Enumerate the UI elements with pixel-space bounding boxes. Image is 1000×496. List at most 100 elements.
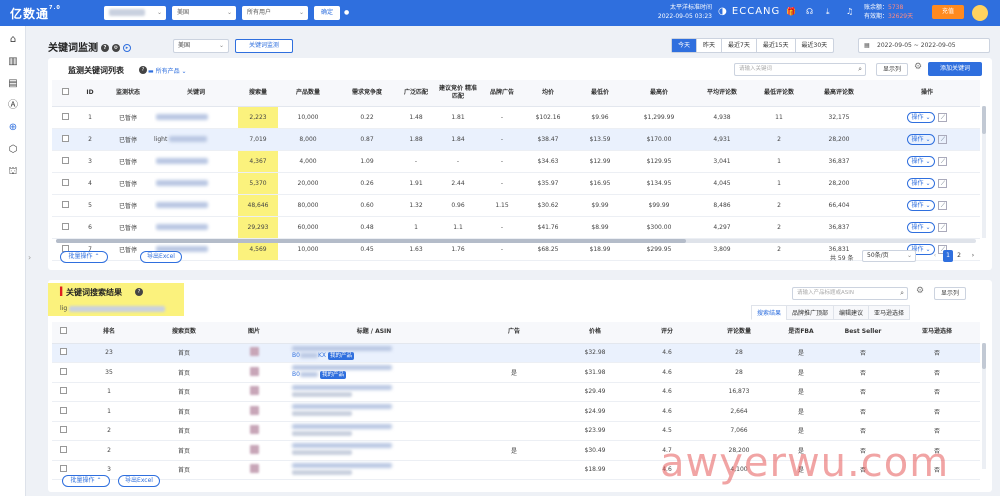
tab-search-results[interactable]: 搜索结果 (751, 305, 788, 320)
tab-brand-top[interactable]: 品牌推广顶部 (786, 305, 835, 320)
sidebar-toggle-icon[interactable]: › (28, 253, 31, 262)
product-filter[interactable]: ▬ 所有产品 ⌄ (148, 66, 187, 75)
product-thumbnail[interactable] (249, 347, 259, 357)
date-tab-today[interactable]: 今天 (672, 39, 698, 52)
row-action-button[interactable]: 操作 ⌄ (906, 177, 936, 189)
bulk-action-button-2[interactable]: 批量操作 ⌃ (62, 475, 110, 487)
title-asin-cell[interactable] (284, 421, 464, 441)
trend-chart-icon[interactable]: ⟋ (938, 112, 948, 122)
title-asin-cell[interactable] (284, 382, 464, 402)
page-2-button[interactable]: 2 (954, 250, 964, 262)
table-row[interactable]: 35首页B0我的产品是$31.984.628是否否操作 ⌄⟋ (52, 362, 980, 383)
add-keyword-button[interactable]: 添加关键词 (928, 62, 982, 76)
display-columns-button-2[interactable]: 显示列 (934, 287, 966, 300)
table-row[interactable]: 1首页$24.994.62,664是否否操作 ⌄⟋ (52, 401, 980, 422)
ai-icon[interactable]: Ⓐ (7, 100, 19, 112)
product-search-input[interactable]: 请输入产品标题或ASIN ⌕ (792, 287, 908, 300)
page-size-select[interactable]: 50条/页 ⌄ (862, 250, 916, 262)
analytics-icon[interactable]: ▥ (7, 56, 19, 68)
download-icon[interactable]: ⤓ (826, 7, 830, 17)
avatar[interactable] (972, 5, 988, 21)
keyword-search-input[interactable]: 请输入关键词 ⌕ (734, 63, 866, 76)
row-checkbox[interactable] (52, 128, 78, 151)
confirm-button[interactable]: 确定 (314, 6, 340, 20)
export-excel-button[interactable]: 导出Excel (140, 251, 182, 263)
product-thumbnail[interactable] (249, 366, 259, 376)
row-action-button[interactable]: 操作 ⌄ (906, 111, 936, 123)
date-tab-15days[interactable]: 最近15天 (757, 39, 796, 52)
product-thumbnail[interactable] (249, 425, 259, 435)
title-asin-cell[interactable] (284, 460, 464, 480)
title-asin-cell[interactable] (284, 440, 464, 461)
product-thumbnail[interactable] (249, 464, 259, 474)
tab-editor-picks[interactable]: 编辑建议 (833, 305, 870, 320)
title-asin-cell[interactable]: B0 我的产品 (284, 362, 464, 383)
vertical-scrollbar-thumb-2[interactable] (982, 343, 986, 369)
row-action-button[interactable]: 操作 ⌄ (906, 133, 936, 145)
table-row[interactable]: 1 已暂停 2,223 10,000 0.22 1.48 1.81 - $102.16 $9.96… (52, 106, 980, 129)
date-tab-7days[interactable]: 最近7天 (722, 39, 757, 52)
title-asin-cell[interactable] (284, 401, 464, 422)
header-site-select[interactable]: 美国 ⌄ (173, 39, 229, 53)
headset-icon[interactable]: ☊ (806, 7, 813, 16)
display-columns-button[interactable]: 显示列 (876, 63, 908, 76)
export-excel-button-2[interactable]: 导出Excel (118, 475, 160, 487)
table-row[interactable]: 3 已暂停 4,367 4,000 1.09 - - - $34.63 $12.99 $129.95… (52, 150, 980, 173)
row-checkbox[interactable] (52, 150, 78, 173)
trend-chart-icon[interactable]: ⟋ (938, 178, 948, 188)
row-checkbox[interactable] (52, 343, 74, 363)
vertical-scrollbar-thumb[interactable] (982, 106, 986, 134)
row-checkbox[interactable] (52, 194, 78, 217)
home-icon[interactable]: ⌂ (7, 34, 19, 46)
table-row[interactable]: 2首页$23.994.57,066是否否操作 ⌄⟋ (52, 421, 980, 441)
help-icon[interactable]: ? (135, 288, 143, 296)
table-row[interactable]: 6 已暂停 29,293 60,000 0.48 1 1.1 - $41.76 $8.99 $300… (52, 216, 980, 239)
date-range-picker[interactable]: ▦ 2022-09-05 ~ 2022-09-05 (858, 38, 990, 53)
row-checkbox[interactable] (52, 172, 78, 195)
app-logo[interactable]: 亿数通7.0 (10, 5, 61, 22)
scrollbar-thumb[interactable] (56, 239, 686, 243)
target-icon[interactable]: ⊕ (7, 122, 19, 134)
row-action-button[interactable]: 操作 ⌄ (906, 155, 936, 167)
row-action-button[interactable]: 操作 ⌄ (906, 221, 936, 233)
box-icon[interactable]: ⬡ (7, 144, 19, 156)
trend-chart-icon[interactable]: ⟋ (938, 200, 948, 210)
column-settings-icon[interactable]: ⚙ (914, 62, 922, 72)
row-action-button[interactable]: 操作 ⌄ (906, 199, 936, 211)
trend-chart-icon[interactable]: ⟋ (938, 134, 948, 144)
settings-icon[interactable]: ⚙ (112, 44, 120, 52)
product-thumbnail[interactable] (249, 405, 259, 415)
trend-chart-icon[interactable]: ⟋ (938, 156, 948, 166)
shop-select[interactable]: ⌄ (104, 6, 166, 20)
row-checkbox[interactable] (52, 106, 78, 129)
gift-icon[interactable]: 🎁 (786, 7, 796, 16)
refresh-settings-icon[interactable]: ⚙ (916, 286, 924, 296)
table-row[interactable]: 5 已暂停 48,646 80,000 0.60 1.32 0.96 1.15 $30.62 $9… (52, 194, 980, 217)
bell-icon[interactable]: ♫ (846, 7, 853, 16)
eccang-brand[interactable]: ◑ ECCANG (718, 6, 780, 17)
row-checkbox[interactable] (52, 362, 74, 383)
prev-page-button[interactable]: ‹ (930, 250, 940, 262)
select-all-checkbox[interactable] (52, 80, 78, 107)
table-row[interactable]: 23首页B0KX我的产品$32.984.628是否否操作 ⌄⟋ (52, 343, 980, 363)
search-icon[interactable]: ⌕ (858, 64, 862, 75)
table-row[interactable]: 2 已暂停 light 7,019 8,000 0.87 1.88 1.84 - $38.47 $1… (52, 128, 980, 151)
page-1-button[interactable]: 1 (943, 250, 953, 262)
recharge-button[interactable]: 充值 (932, 5, 964, 19)
product-thumbnail[interactable] (249, 386, 259, 396)
title-asin-cell[interactable]: B0 KX 我的产品 (284, 343, 464, 363)
table-row[interactable]: 4 已暂停 5,370 20,000 0.26 1.91 2.44 - $35.97 $16.95… (52, 172, 980, 195)
bar-chart-icon[interactable]: ▤ (7, 78, 19, 90)
product-thumbnail[interactable] (249, 444, 259, 454)
site-select[interactable]: 美国 ⌄ (172, 6, 236, 20)
row-checkbox[interactable] (52, 382, 74, 402)
play-icon[interactable]: ▸ (123, 44, 131, 52)
user-select[interactable]: 所有用户 ⌄ (242, 6, 308, 20)
bulk-action-button[interactable]: 批量操作 ⌃ (60, 251, 108, 263)
help-icon[interactable]: ? (101, 44, 109, 52)
date-tab-30days[interactable]: 最近30天 (796, 39, 834, 52)
next-page-button[interactable]: › (968, 250, 978, 262)
search-icon[interactable]: ⌕ (900, 288, 904, 299)
store-icon[interactable]: ⛫ (7, 166, 19, 178)
date-tab-yesterday[interactable]: 昨天 (697, 39, 723, 52)
